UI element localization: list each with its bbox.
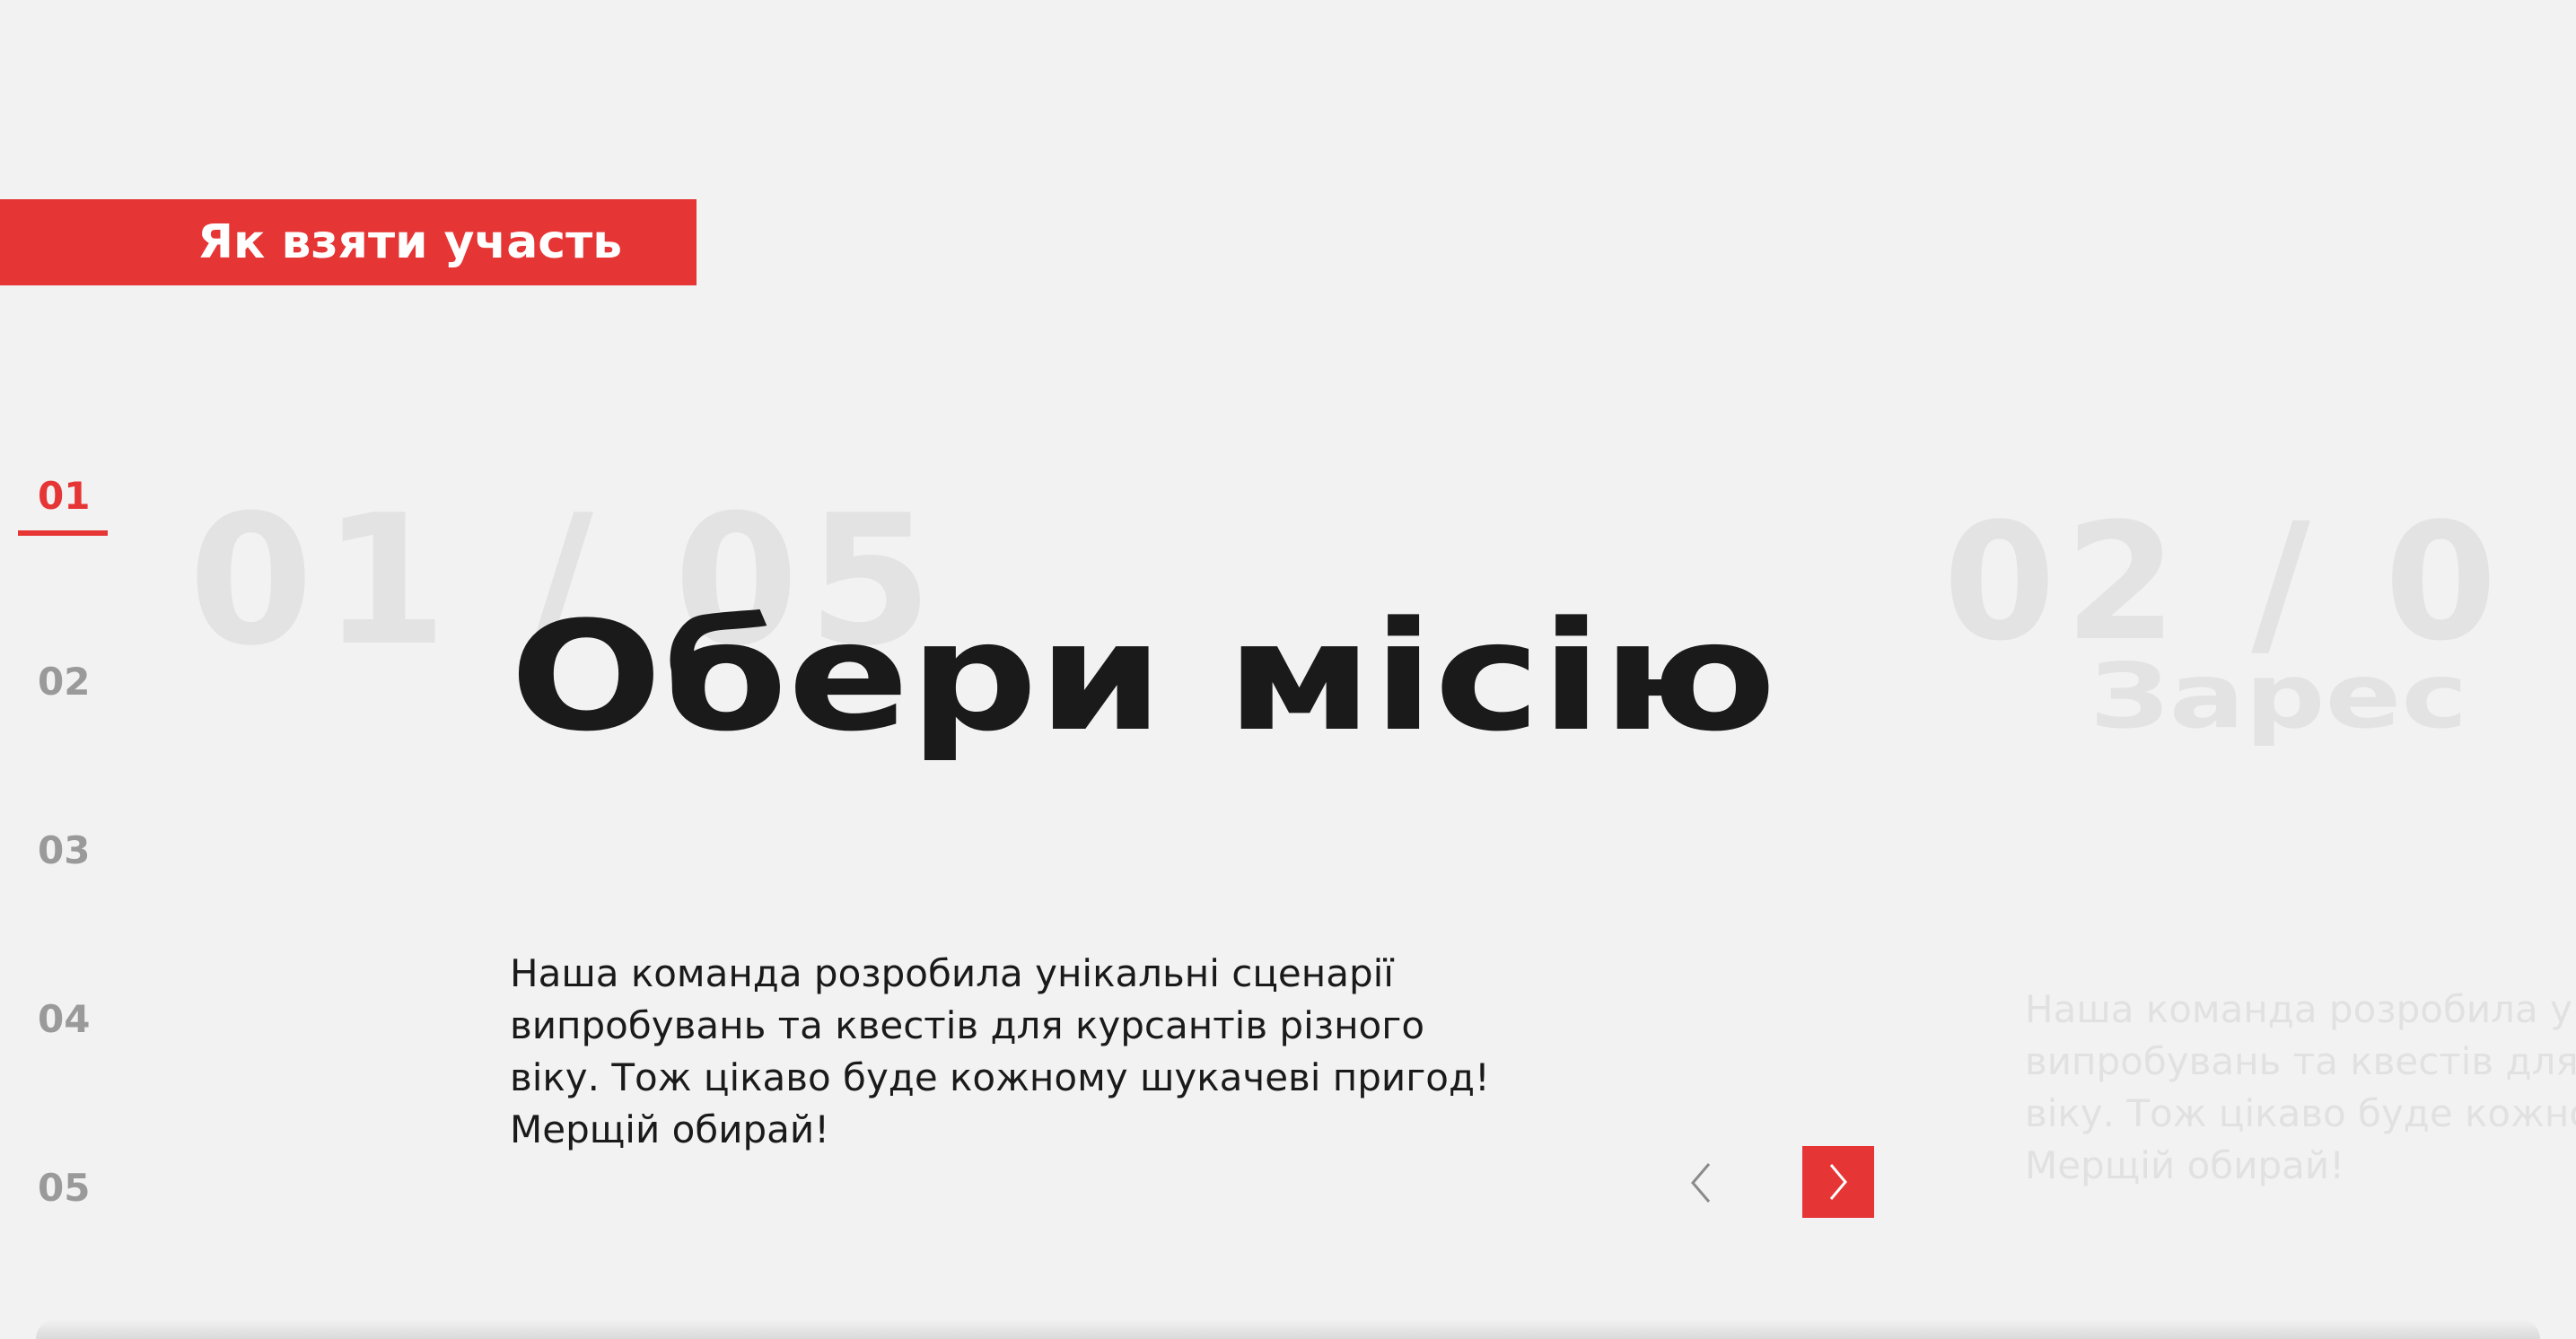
active-step-underline: [18, 530, 108, 536]
description-line: віку. Тож цікаво буде кожно: [2025, 1091, 2576, 1135]
slide-description: Наша команда розробила у випробувань та …: [2025, 984, 2576, 1192]
description-line: випробувань та квестів для: [2025, 1039, 2576, 1083]
description-line: Наша команда розробила унікальні сценарі…: [510, 951, 1394, 995]
chevron-right-icon: [1829, 1164, 1847, 1200]
description-line: Мерщій обирай!: [510, 1107, 830, 1151]
prev-slide-button[interactable]: [1669, 1147, 1732, 1219]
step-label: 05: [38, 1166, 91, 1210]
next-section-shadow: [36, 1319, 2540, 1339]
slide-title: Обери місію: [510, 589, 1777, 765]
description-line: Наша команда розробила у: [2025, 987, 2572, 1031]
section-title: Як взяти участь: [197, 215, 623, 269]
slide-title: Зарес: [2090, 643, 2468, 748]
slide-counter: 02 / 0: [1943, 489, 2506, 677]
description-line: віку. Тож цікаво буде кожному шукачеві п…: [510, 1055, 1490, 1099]
description-line: випробувань та квестів для курсантів різ…: [510, 1003, 1425, 1047]
next-slide-button[interactable]: [1802, 1146, 1874, 1218]
slide-description: Наша команда розробила унікальні сценарі…: [510, 948, 1490, 1156]
step-03[interactable]: 03: [18, 824, 108, 905]
step-label: 03: [38, 828, 91, 872]
description-line: Мерщій обирай!: [2025, 1143, 2345, 1187]
step-label: 02: [38, 660, 91, 704]
step-01[interactable]: 01: [18, 469, 108, 550]
section-tag: Як взяти участь: [0, 199, 697, 285]
step-05[interactable]: 05: [18, 1161, 108, 1242]
step-02[interactable]: 02: [18, 655, 108, 736]
step-label: 04: [38, 997, 91, 1041]
step-label: 01: [38, 474, 91, 518]
step-04[interactable]: 04: [18, 993, 108, 1073]
chevron-left-icon: [1691, 1163, 1711, 1203]
